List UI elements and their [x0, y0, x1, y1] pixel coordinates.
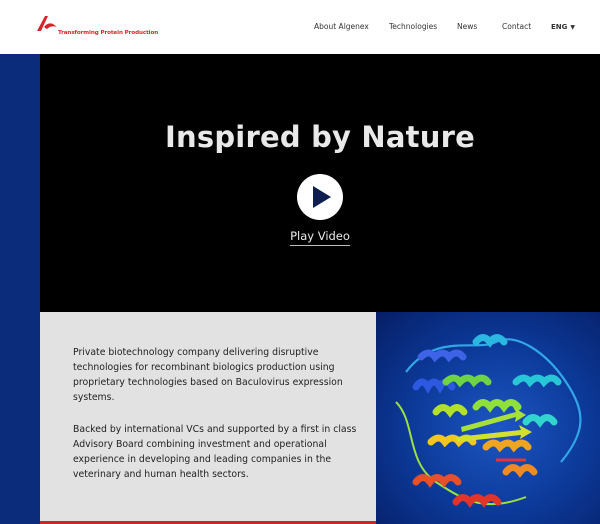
intro-paragraph-2: Backed by international VCs and supporte…	[73, 424, 357, 480]
language-selector[interactable]: ENG ▼	[551, 23, 575, 31]
hero-video[interactable]: Inspired by Nature Play Video	[40, 54, 600, 312]
protein-ribbon-illustration	[395, 334, 582, 508]
play-video-link-wrap: Play Video	[40, 229, 600, 246]
intro-paragraph-1: Private biotechnology company delivering…	[73, 347, 343, 403]
nav-item-about[interactable]: About Algenex	[314, 22, 369, 31]
company-intro: Private biotechnology company delivering…	[40, 312, 376, 524]
main-nav: About Algenex Technologies News Contact …	[0, 22, 600, 34]
play-button[interactable]	[297, 174, 343, 220]
chevron-down-icon: ▼	[570, 24, 576, 31]
nav-item-technologies[interactable]: Technologies	[389, 22, 437, 31]
nav-item-news[interactable]: News	[457, 22, 477, 31]
hero-title: Inspired by Nature	[165, 120, 475, 154]
nav-item-contact[interactable]: Contact	[502, 22, 531, 31]
left-accent-strip	[0, 54, 40, 524]
site-header: Transforming Protein Production About Al…	[0, 0, 600, 54]
language-label: ENG	[551, 23, 568, 31]
play-icon	[313, 186, 331, 208]
play-video-link[interactable]: Play Video	[290, 229, 350, 246]
protein-structure-image	[376, 312, 600, 524]
